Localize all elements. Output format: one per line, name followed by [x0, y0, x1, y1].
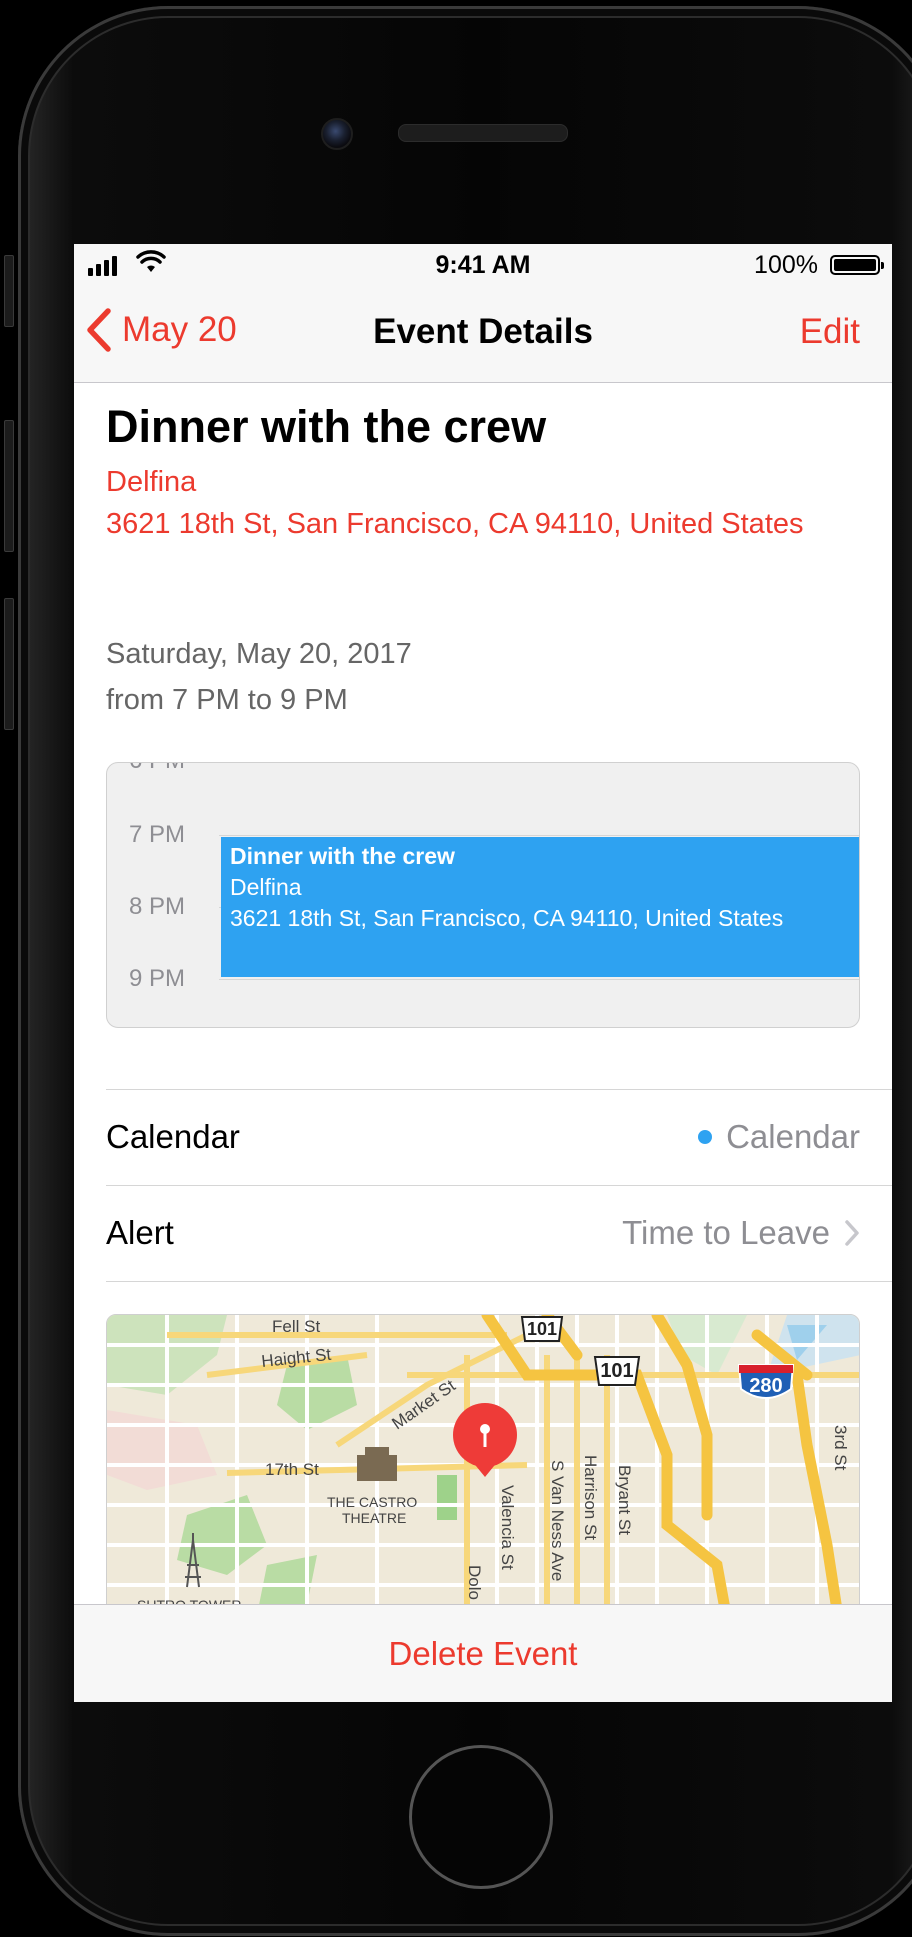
battery-percentage: 100% — [754, 251, 818, 279]
status-bar: 9:41 AM 100% — [74, 244, 892, 284]
hour-label: 9 PM — [129, 965, 186, 992]
calendar-row-label: Calendar — [106, 1118, 240, 1155]
map-label-svanness: S Van Ness Ave — [548, 1460, 567, 1581]
event-title: Dinner with the crew — [106, 401, 547, 452]
map-label-harrison: Harrison St — [581, 1455, 600, 1540]
home-button[interactable] — [409, 1745, 553, 1889]
battery-icon — [830, 255, 884, 275]
phone-frame: 9:41 AM 100% May 20 Event Details Edit D… — [0, 0, 912, 1937]
interstate-280-label: 280 — [749, 1375, 782, 1397]
row-divider — [106, 1281, 892, 1282]
event-block-location: Delfina — [230, 874, 302, 900]
event-location[interactable]: Delfina 3621 18th St, San Francisco, CA … — [106, 461, 826, 545]
highway-101-label: 101 — [600, 1360, 633, 1382]
volume-up-button — [4, 420, 14, 552]
alert-row[interactable]: Alert Time to Leave — [106, 1185, 892, 1281]
map-label-castro: THE CASTRO — [327, 1494, 417, 1510]
map-label-17th: 17th St — [265, 1460, 319, 1479]
calendar-row-value: Calendar — [698, 1118, 860, 1156]
map-label-valencia: Valencia St — [498, 1485, 517, 1570]
chevron-right-icon — [845, 1220, 859, 1246]
highway-101-shield-top: 101 — [520, 1316, 564, 1342]
earpiece-speaker — [398, 124, 568, 142]
map-label-fell: Fell St — [272, 1317, 320, 1336]
hour-label: 7 PM — [129, 821, 186, 848]
interstate-280-shield: 280 — [737, 1364, 795, 1399]
map-label-dolo: Dolo — [465, 1565, 484, 1600]
calendar-name: Calendar — [726, 1118, 860, 1155]
calendar-color-dot-icon — [698, 1130, 713, 1144]
day-view-preview[interactable]: 6 PM 7 PM 8 PM 9 PM Dinner with the crew — [106, 762, 860, 1028]
map-label-theatre: THEATRE — [342, 1510, 406, 1526]
highway-101-label: 101 — [527, 1319, 557, 1339]
hour-line — [219, 979, 859, 980]
event-date: Saturday, May 20, 2017 — [106, 638, 412, 670]
alert-value: Time to Leave — [622, 1214, 830, 1251]
map-label-bryant: Bryant St — [615, 1465, 634, 1535]
map-label-3rd: 3rd St — [831, 1425, 850, 1471]
volume-down-button — [4, 598, 14, 730]
calendar-row[interactable]: Calendar Calendar — [106, 1089, 892, 1185]
event-time-range: from 7 PM to 9 PM — [106, 684, 348, 716]
alert-row-value: Time to Leave — [622, 1214, 860, 1252]
hour-line — [219, 835, 859, 836]
event-date-time: Saturday, May 20, 2017 from 7 PM to 9 PM — [106, 631, 412, 723]
hour-label: 8 PM — [129, 893, 186, 920]
bottom-toolbar: Delete Event — [74, 1604, 892, 1702]
location-address[interactable]: 3621 18th St, San Francisco, CA 94110, U… — [106, 503, 826, 545]
navigation-bar: May 20 Event Details Edit — [74, 284, 892, 383]
edit-button[interactable]: Edit — [800, 312, 860, 352]
mute-switch — [4, 255, 14, 327]
page-title: Event Details — [373, 312, 593, 351]
event-block-title: Dinner with the crew — [230, 843, 455, 869]
location-name[interactable]: Delfina — [106, 461, 826, 503]
event-block-address: 3621 18th St, San Francisco, CA 94110, U… — [230, 905, 784, 931]
screen: 9:41 AM 100% May 20 Event Details Edit D… — [74, 244, 892, 1702]
front-camera — [321, 118, 353, 150]
hour-row-9pm: 9 PM — [107, 965, 859, 992]
event-block[interactable]: Dinner with the crew Delfina 3621 18th S… — [221, 837, 859, 977]
alert-row-label: Alert — [106, 1214, 174, 1251]
delete-event-button[interactable]: Delete Event — [389, 1635, 578, 1673]
hour-row-6pm: 6 PM — [129, 763, 185, 774]
highway-101-shield: 101 — [593, 1356, 641, 1386]
hour-label: 6 PM — [129, 763, 209, 775]
